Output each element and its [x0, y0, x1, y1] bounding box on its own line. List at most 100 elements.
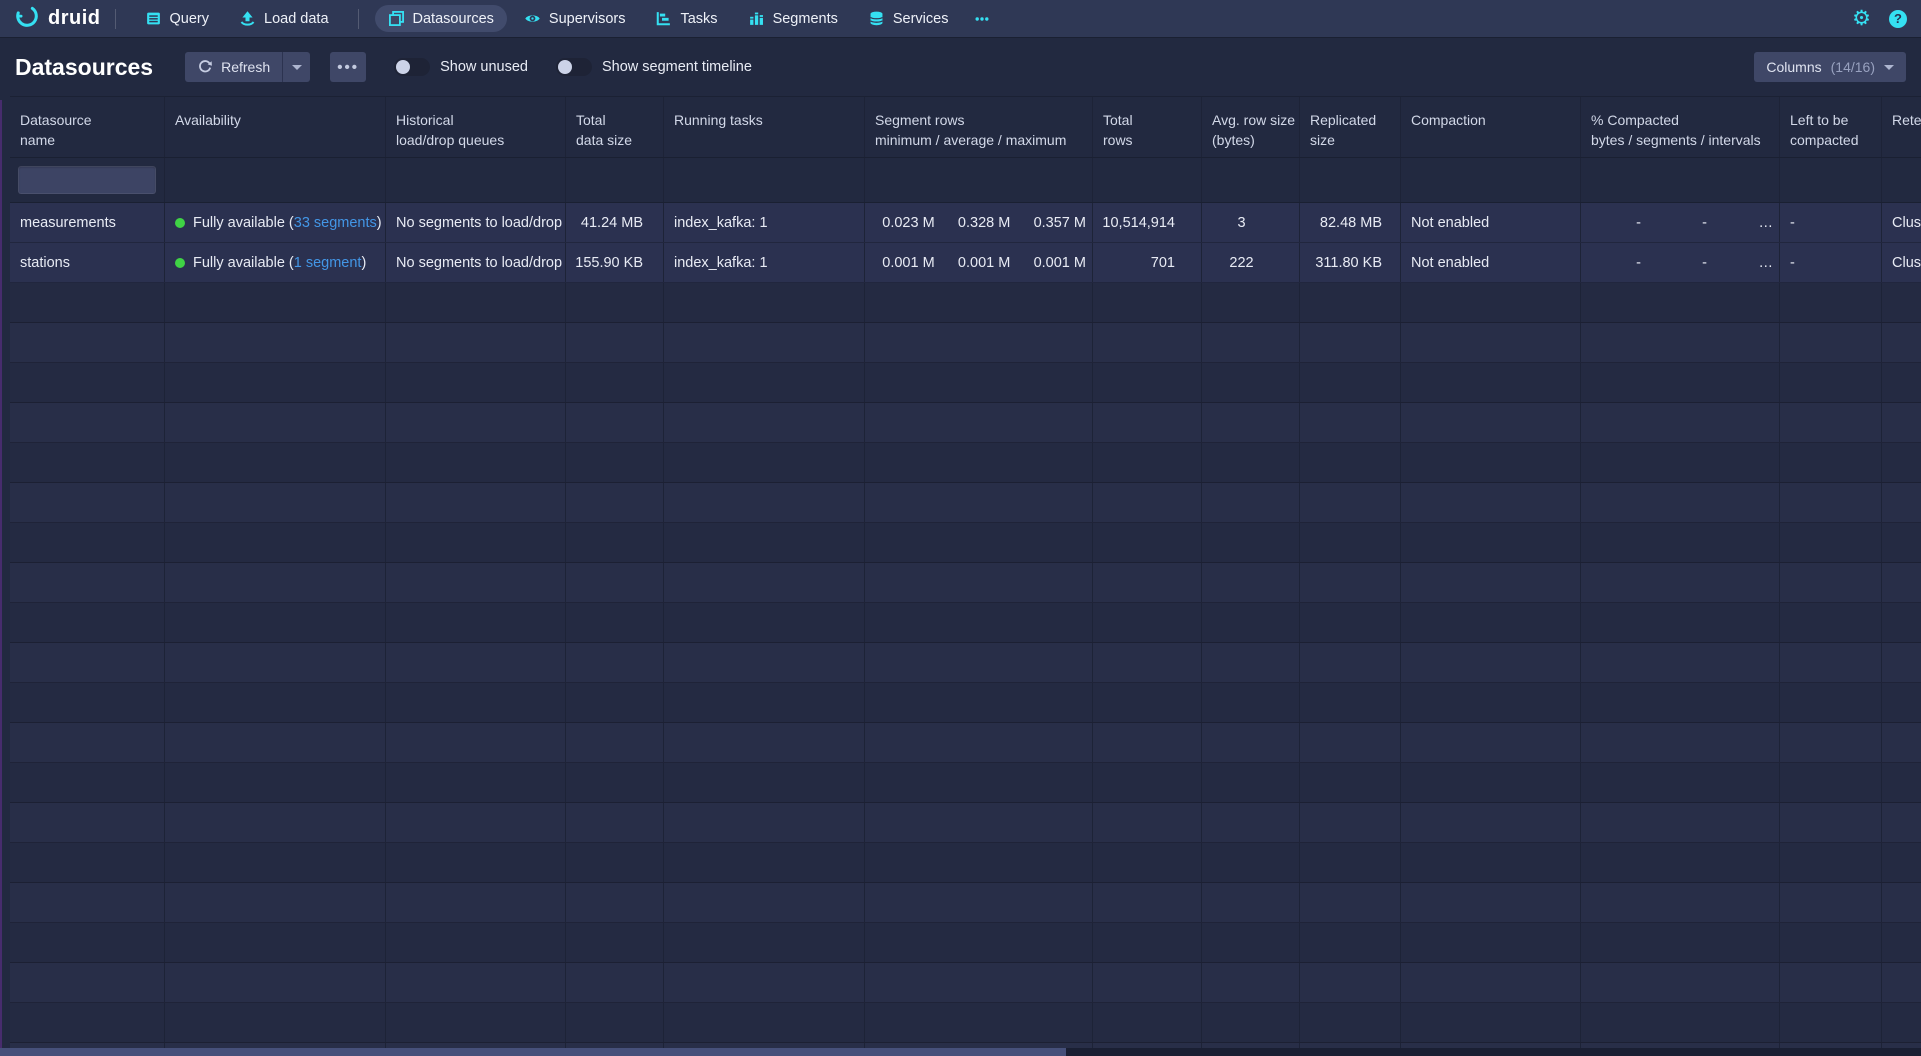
empty-cell: [1581, 1003, 1780, 1042]
empty-cell: [1780, 483, 1882, 522]
refresh-dropdown-button[interactable]: [282, 52, 310, 82]
table-row-empty: [10, 1003, 1921, 1043]
empty-cell: [1882, 723, 1921, 762]
nav-item-load-data[interactable]: Load data: [226, 5, 342, 32]
filter-cell-empty: [865, 158, 1093, 202]
segments-link[interactable]: 1 segment: [294, 255, 362, 271]
tasks-icon: [655, 10, 672, 27]
show-unused-toggle-group: Show unused: [394, 58, 528, 76]
empty-cell: [566, 483, 664, 522]
empty-cell: [865, 523, 1093, 562]
empty-cell: [1093, 683, 1202, 722]
empty-cell: [664, 723, 865, 762]
nav-item-services[interactable]: Services: [855, 5, 962, 32]
show-unused-toggle[interactable]: [394, 58, 430, 76]
nav-item-query[interactable]: Query: [132, 5, 223, 32]
empty-cell: [1202, 523, 1300, 562]
datasource-filter-input[interactable]: [18, 166, 156, 194]
more-actions-button[interactable]: •••: [330, 52, 366, 82]
druid-console: druid Query Load data Datasources Superv…: [0, 0, 1921, 1056]
column-header-segment-rows[interactable]: Segment rowsminimum / average / maximum: [865, 97, 1093, 157]
empty-cell: [1401, 763, 1581, 802]
show-segment-timeline-toggle[interactable]: [556, 58, 592, 76]
empty-cell: [386, 763, 566, 802]
empty-cell: [165, 403, 386, 442]
empty-cell: [1093, 723, 1202, 762]
nav-item-supervisors[interactable]: Supervisors: [511, 5, 639, 32]
table-row-empty: [10, 883, 1921, 923]
empty-cell: [1093, 563, 1202, 602]
empty-cell: [566, 1003, 664, 1042]
empty-cell: [664, 643, 865, 682]
cell-compaction: Not enabled: [1401, 203, 1581, 242]
column-header-running-tasks[interactable]: Running tasks: [664, 97, 865, 157]
column-header-datasource-name[interactable]: Datasourcename: [10, 97, 165, 157]
columns-count: (14/16): [1831, 59, 1875, 75]
nav-item-datasources[interactable]: Datasources: [375, 5, 507, 32]
column-header-retention[interactable]: Retention: [1882, 97, 1921, 157]
empty-cell: [165, 883, 386, 922]
column-header-historical-queues[interactable]: Historicalload/drop queues: [386, 97, 566, 157]
empty-cell: [1401, 883, 1581, 922]
empty-cell: [1093, 363, 1202, 402]
column-header-pct-compacted[interactable]: % Compactedbytes / segments / intervals: [1581, 97, 1780, 157]
empty-cell: [664, 363, 865, 402]
nav-divider: [115, 9, 116, 29]
empty-cell: [1401, 963, 1581, 1002]
gear-icon[interactable]: ⚙: [1852, 8, 1871, 29]
empty-cell: [1093, 443, 1202, 482]
table-row-empty: [10, 723, 1921, 763]
empty-cell: [1401, 683, 1581, 722]
empty-cell: [1882, 643, 1921, 682]
filter-cell-empty: [1882, 158, 1921, 202]
empty-cell: [1093, 323, 1202, 362]
columns-selector-button[interactable]: Columns (14/16): [1754, 52, 1906, 82]
filter-cell-empty: [1202, 158, 1300, 202]
column-header-total-rows[interactable]: Totalrows: [1093, 97, 1202, 157]
empty-cell: [165, 923, 386, 962]
empty-cell: [865, 443, 1093, 482]
empty-cell: [1780, 683, 1882, 722]
empty-cell: [10, 363, 165, 402]
more-menu-button[interactable]: [963, 6, 1001, 32]
top-nav: druid Query Load data Datasources Superv…: [0, 0, 1921, 38]
chevron-down-icon: [292, 65, 302, 70]
empty-cell: [865, 363, 1093, 402]
empty-cell: [1202, 563, 1300, 602]
empty-cell: [386, 923, 566, 962]
empty-cell: [1401, 323, 1581, 362]
segments-link[interactable]: 33 segments: [294, 215, 377, 231]
empty-cell: [1300, 683, 1401, 722]
horizontal-scrollbar-thumb[interactable]: [0, 1048, 1066, 1056]
empty-cell: [1401, 283, 1581, 322]
cell-datasource-name[interactable]: measurements: [10, 203, 165, 242]
refresh-button[interactable]: Refresh: [185, 52, 282, 82]
column-header-compaction[interactable]: Compaction: [1401, 97, 1581, 157]
empty-cell: [1093, 803, 1202, 842]
empty-cell: [165, 363, 386, 402]
cell-avg-row-size: 3: [1202, 203, 1300, 242]
empty-cell: [1401, 643, 1581, 682]
column-header-left-to-be-compacted[interactable]: Left to becompacted: [1780, 97, 1882, 157]
empty-cell: [1401, 443, 1581, 482]
empty-cell: [386, 883, 566, 922]
help-icon[interactable]: ?: [1889, 10, 1907, 28]
column-header-avg-row-size[interactable]: Avg. row size(bytes): [1202, 97, 1300, 157]
empty-cell: [386, 523, 566, 562]
filter-cell-empty: [566, 158, 664, 202]
column-header-availability[interactable]: Availability: [165, 97, 386, 157]
empty-cell: [1780, 963, 1882, 1002]
empty-cell: [10, 1003, 165, 1042]
empty-cell: [566, 603, 664, 642]
nav-item-tasks[interactable]: Tasks: [642, 5, 730, 32]
cell-datasource-name[interactable]: stations: [10, 243, 165, 282]
nav-item-segments[interactable]: Segments: [735, 5, 851, 32]
empty-cell: [10, 683, 165, 722]
column-header-total-data-size[interactable]: Totaldata size: [566, 97, 664, 157]
empty-cell: [1300, 603, 1401, 642]
column-header-replicated-size[interactable]: Replicatedsize: [1300, 97, 1401, 157]
empty-cell: [386, 843, 566, 882]
empty-cell: [664, 923, 865, 962]
cell-pct-compacted: --…: [1581, 243, 1780, 282]
druid-logo[interactable]: druid: [14, 3, 101, 34]
